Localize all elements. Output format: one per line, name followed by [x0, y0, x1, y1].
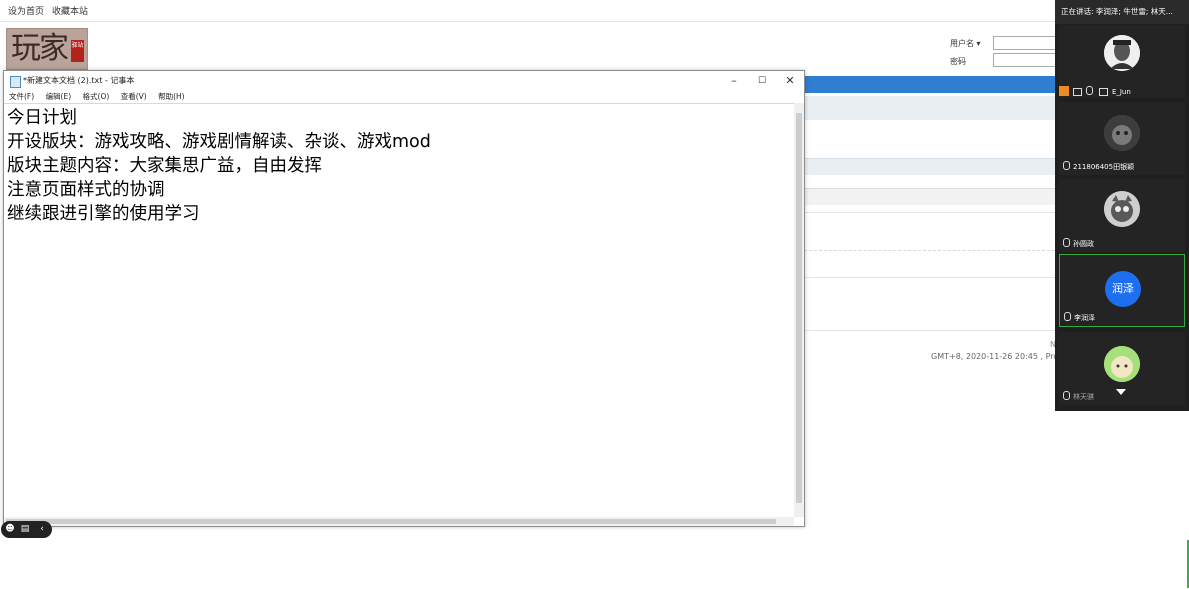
horizontal-scrollbar[interactable]	[4, 517, 794, 526]
notepad-window[interactable]: *新建文本文档 (2).txt - 记事本 – ☐ ✕ 文件(F) 编辑(E) …	[3, 70, 805, 527]
nav-bar	[804, 76, 1055, 93]
menu-view[interactable]: 查看(V)	[121, 92, 147, 101]
camera-icon	[1098, 88, 1108, 96]
menu-help[interactable]: 帮助(H)	[158, 92, 185, 101]
mic-icon	[1063, 238, 1070, 247]
emoji-icon[interactable]: ☻	[4, 523, 16, 535]
text-line: 今日计划	[7, 108, 77, 128]
participant-name: E_Jun	[1111, 88, 1131, 96]
speaking-indicator: 正在讲话: 李润泽; 牛世雷; 林天...	[1055, 0, 1189, 24]
mic-icon	[1063, 161, 1070, 170]
participant-tile[interactable]: 孙圆政	[1059, 179, 1185, 252]
section-header	[804, 158, 1055, 175]
logo-text: 玩家	[11, 31, 69, 66]
participant-tile[interactable]: 211806405田银颖	[1059, 102, 1185, 175]
login-area: 用户名 ▾ 密码	[950, 36, 1056, 70]
divider	[804, 250, 1055, 251]
collapse-icon[interactable]: ‹	[36, 523, 48, 535]
notepad-text-area[interactable]: 今日计划 开设版块：游戏攻略、游戏剧情解读、杂谈、游戏mod 版块主题内容：大家…	[4, 103, 794, 517]
participant-controls: E_Jun	[1059, 86, 1131, 96]
text-line: 注意页面样式的协调	[7, 180, 165, 200]
menu-format[interactable]: 格式(O)	[83, 92, 110, 101]
bookmark-link[interactable]: 收藏本站	[52, 7, 88, 17]
sub-nav-bar	[804, 96, 1055, 120]
notepad-title: *新建文本文档 (2).txt - 记事本	[23, 76, 135, 85]
logo-seal: 驿站	[71, 40, 84, 62]
participant-name: 林天骐	[1063, 391, 1094, 402]
notepad-menu-bar: 文件(F) 编辑(E) 格式(O) 查看(V) 帮助(H)	[4, 91, 804, 103]
notepad-titlebar[interactable]: *新建文本文档 (2).txt - 记事本 – ☐ ✕	[4, 71, 804, 91]
avatar: 润泽	[1105, 271, 1141, 307]
avatar	[1104, 191, 1140, 227]
chevron-down-icon[interactable]	[1116, 389, 1126, 395]
set-home-link[interactable]: 设为首页	[8, 7, 44, 17]
share-icon	[1073, 88, 1083, 96]
scrollbar-thumb[interactable]	[6, 519, 776, 524]
divider	[804, 212, 1055, 213]
participant-name: 孙圆政	[1063, 238, 1094, 249]
text-line: 继续跟进引擎的使用学习	[7, 204, 200, 224]
footer-divider	[804, 330, 1055, 331]
mic-icon	[1064, 312, 1071, 321]
maximize-button[interactable]: ☐	[748, 71, 776, 91]
text-line: 版块主题内容：大家集思广益，自由发挥	[7, 156, 322, 176]
menu-file[interactable]: 文件(F)	[9, 92, 34, 101]
text-line: 开设版块：游戏攻略、游戏剧情解读、杂谈、游戏mod	[7, 132, 431, 152]
participant-tile-active[interactable]: 润泽 李润泽	[1059, 254, 1185, 327]
footer-timestamp: GMT+8, 2020-11-26 20:45 , Processed	[931, 352, 1055, 361]
password-label: 密码	[950, 57, 966, 66]
divider	[804, 277, 1055, 278]
menu-edit[interactable]: 编辑(E)	[46, 92, 72, 101]
mic-icon	[1063, 391, 1070, 400]
host-icon	[1059, 86, 1069, 96]
avatar	[1104, 115, 1140, 151]
close-button[interactable]: ✕	[776, 71, 804, 91]
participant-name: 211806405田银颖	[1063, 161, 1134, 172]
username-input[interactable]	[993, 36, 1056, 50]
participant-name: 李润泽	[1064, 312, 1095, 323]
minimize-button[interactable]: –	[720, 71, 748, 91]
password-input[interactable]	[993, 53, 1056, 67]
participant-tile[interactable]: E_Jun	[1059, 25, 1185, 98]
avatar-initials: 润泽	[1112, 282, 1134, 295]
floating-toolbar[interactable]: ☻ ▤ ‹	[1, 521, 52, 538]
notepad-icon	[10, 76, 21, 88]
avatar	[1104, 35, 1140, 71]
avatar	[1104, 346, 1140, 382]
chat-icon[interactable]: ▤	[19, 523, 31, 535]
meeting-panel: 正在讲话: 李润泽; 牛世雷; 林天... E_Jun 211806405田银颖…	[1055, 0, 1189, 411]
mic-icon	[1086, 86, 1094, 95]
vertical-scrollbar[interactable]	[794, 103, 804, 517]
username-label[interactable]: 用户名 ▾	[950, 38, 981, 49]
browser-top-bar: 设为首页 收藏本站	[0, 0, 1055, 22]
site-logo[interactable]: 玩家 驿站	[6, 28, 88, 70]
scrollbar-thumb[interactable]	[796, 113, 802, 503]
section-subheader	[804, 188, 1055, 205]
